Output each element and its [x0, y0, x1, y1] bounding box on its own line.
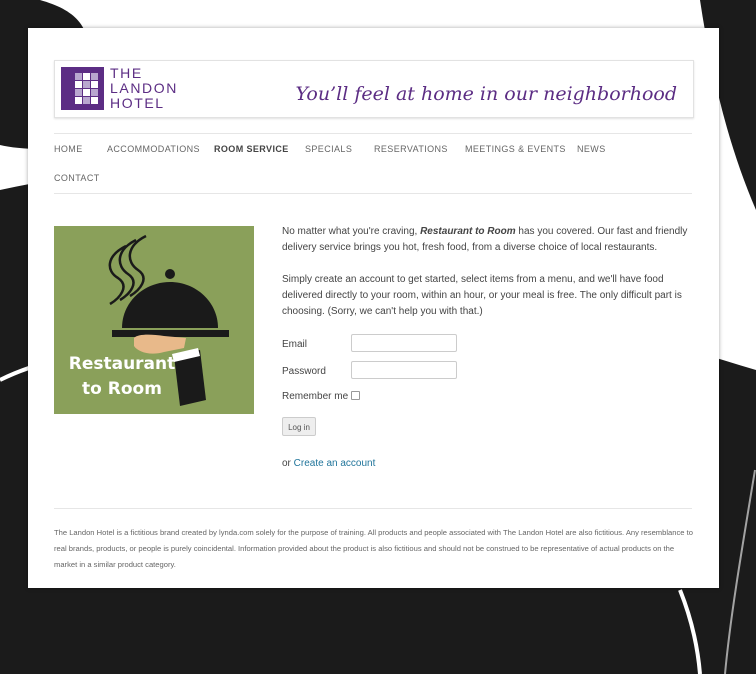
nav-divider-bottom: [54, 193, 692, 194]
create-account-link[interactable]: Create an account: [294, 458, 376, 469]
site-tagline: You’ll feel at home in our neighborhood: [295, 83, 677, 105]
logo-line-1: THE: [110, 65, 143, 81]
nav-item-reservations[interactable]: RESERVATIONS: [374, 144, 448, 154]
email-label: Email: [282, 339, 308, 350]
intro-paragraph-1: No matter what you're craving, Restauran…: [282, 224, 702, 256]
promo-caption: Restaurant to Room: [54, 352, 190, 402]
nav-item-news[interactable]: NEWS: [577, 144, 606, 154]
logo-wordmark[interactable]: THE LANDON HOTEL: [110, 66, 178, 111]
footer-divider: [54, 508, 692, 509]
intro-brand-name: Restaurant to Room: [420, 226, 516, 237]
logo-line-3: HOTEL: [110, 95, 165, 111]
intro-content: No matter what you're craving, Restauran…: [282, 224, 702, 320]
page-container: THE LANDON HOTEL You’ll feel at home in …: [28, 28, 719, 588]
nav-item-meetings-events[interactable]: MEETINGS & EVENTS: [465, 144, 566, 154]
intro-p1-before: No matter what you're craving,: [282, 226, 421, 237]
footer-disclaimer: The Landon Hotel is a fictitious brand c…: [54, 528, 693, 569]
login-button[interactable]: Log in: [282, 417, 316, 436]
nav-item-home[interactable]: HOME: [54, 144, 83, 154]
restaurant-to-room-promo: Restaurant to Room: [54, 226, 254, 414]
remember-me-label: Remember me: [282, 391, 349, 402]
site-header: THE LANDON HOTEL You’ll feel at home in …: [54, 60, 694, 118]
landon-logo-icon[interactable]: [61, 67, 104, 110]
remember-me-checkbox[interactable]: [351, 391, 360, 400]
promo-caption-line-2: to Room: [82, 379, 162, 399]
logo-line-2: LANDON: [110, 80, 178, 96]
nav-item-contact[interactable]: CONTACT: [54, 173, 100, 183]
password-field[interactable]: [351, 361, 457, 379]
nav-item-accommodations[interactable]: ACCOMMODATIONS: [107, 144, 200, 154]
intro-paragraph-2: Simply create an account to get started,…: [282, 274, 682, 317]
create-account-line: or Create an account: [282, 458, 375, 469]
password-label: Password: [282, 366, 326, 377]
nav-item-room-service[interactable]: ROOM SERVICE: [214, 144, 289, 154]
create-account-prefix: or: [282, 458, 294, 469]
promo-caption-line-1: Restaurant: [68, 354, 176, 374]
nav-item-specials[interactable]: SPECIALS: [305, 144, 352, 154]
email-field[interactable]: [351, 334, 457, 352]
nav-divider-top: [54, 133, 692, 134]
